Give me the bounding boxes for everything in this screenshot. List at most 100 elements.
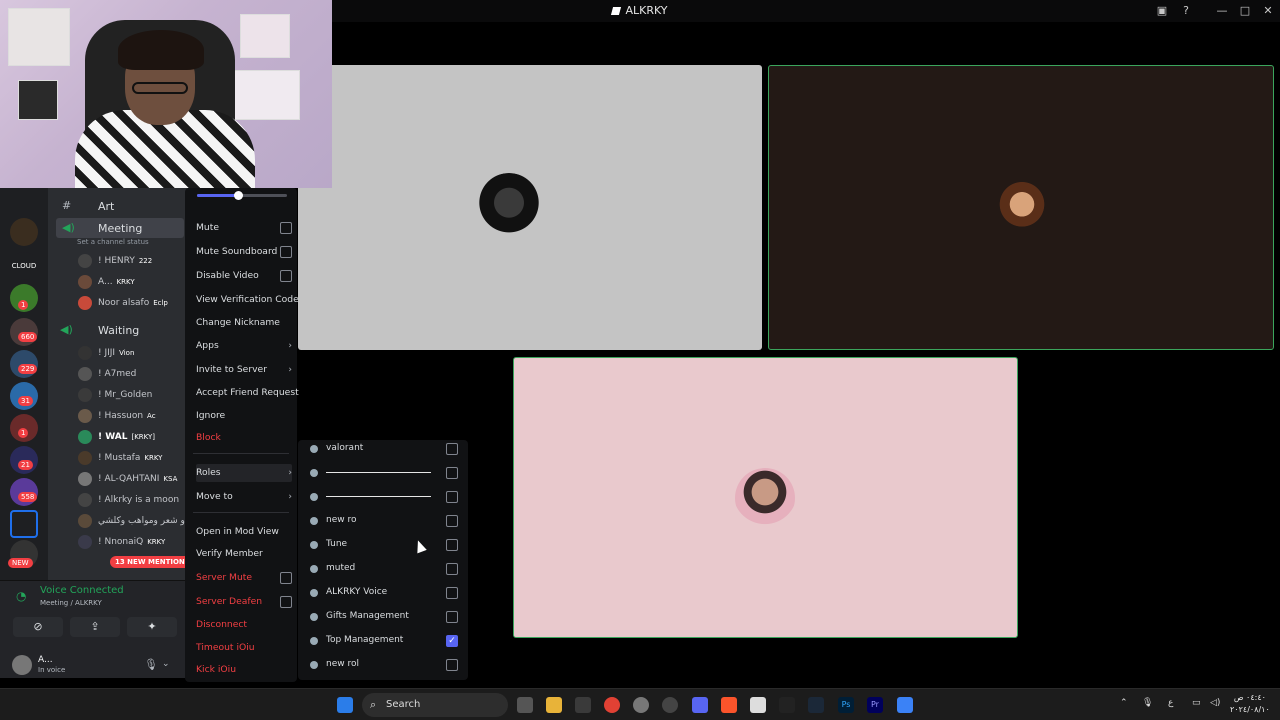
chrome-icon[interactable] [604, 697, 620, 713]
checkbox[interactable] [446, 587, 458, 599]
menu-mute-soundboard[interactable]: Mute Soundboard [196, 243, 292, 261]
voice-member[interactable]: ! Hassuon Ac [78, 407, 188, 427]
menu-server-mute[interactable]: Server Mute [196, 569, 292, 587]
role-item[interactable]: ALKRKY Voice [298, 581, 468, 605]
role-item[interactable]: muted [298, 557, 468, 581]
menu-accept-friend-request[interactable]: Accept Friend Request [196, 384, 299, 402]
video-tile-1[interactable] [298, 65, 762, 350]
checkbox[interactable] [280, 596, 292, 608]
checkbox[interactable] [446, 515, 458, 527]
chevron-up-icon[interactable]: ⌃ [1120, 698, 1128, 708]
video-tile-3[interactable] [513, 357, 1018, 638]
server-icon[interactable]: CLOUD [10, 252, 38, 280]
new-badge[interactable]: NEW [8, 558, 33, 568]
menu-change-nickname[interactable]: Change Nickname [196, 314, 292, 332]
voice-member[interactable]: ! JIJI Vion [78, 344, 188, 364]
microphone-icon[interactable]: 🎙 [1142, 698, 1153, 708]
brave-icon[interactable] [721, 697, 737, 713]
checkbox[interactable] [280, 222, 292, 234]
inbox-icon[interactable]: ▣ [1154, 3, 1170, 19]
maximize-icon[interactable]: □ [1237, 3, 1253, 19]
server-icon[interactable] [10, 510, 38, 538]
checkbox[interactable] [280, 246, 292, 258]
voice-member[interactable]: ! WAL [KRKY] [78, 428, 188, 448]
checkbox[interactable] [446, 563, 458, 575]
obs-icon[interactable] [633, 697, 649, 713]
voice-member[interactable]: A... KRKY [78, 273, 188, 293]
checkbox[interactable] [446, 491, 458, 503]
search-box[interactable]: ⌕ Search [362, 693, 508, 717]
close-icon[interactable]: ✕ [1260, 3, 1276, 19]
checkbox[interactable] [446, 443, 458, 455]
menu-apps[interactable]: Apps › [196, 337, 292, 355]
checkbox[interactable] [446, 539, 458, 551]
channel-status[interactable]: Set a channel status [77, 238, 149, 246]
video-tile-2[interactable] [768, 65, 1274, 350]
menu-view-verification-code[interactable]: View Verification Code [196, 291, 299, 309]
voice-member[interactable]: ! Mustafa KRKY [78, 449, 188, 469]
role-item[interactable]: Top Management ✓ [298, 629, 468, 653]
menu-kick[interactable]: Kick iOiu [196, 661, 292, 679]
menu-timeout[interactable]: Timeout iOiu [196, 639, 292, 657]
channel-waiting[interactable]: ◀) Waiting [48, 320, 188, 340]
start-icon[interactable] [337, 697, 353, 713]
role-item[interactable]: Gifts Management [298, 605, 468, 629]
voice-member[interactable]: ! Mr_Golden [78, 386, 188, 406]
channel-meeting[interactable]: ◀) Meeting [56, 218, 184, 238]
discord-icon[interactable] [692, 697, 708, 713]
voice-member[interactable]: ! Alkrky is a moon [78, 491, 188, 511]
store-icon[interactable] [575, 697, 591, 713]
menu-mute[interactable]: Mute [196, 219, 292, 237]
checkbox[interactable] [280, 270, 292, 282]
video-off-icon[interactable]: ⊘ [13, 617, 63, 637]
voice-member[interactable]: ! A7med [78, 365, 188, 385]
voice-member[interactable]: ! HENRY 222 [78, 252, 188, 272]
voice-member[interactable]: كتاب و شعر ومواهب وكلشي ! [78, 512, 188, 532]
new-mentions-badge[interactable]: 13 NEW MENTIONS [110, 556, 195, 568]
role-item[interactable]: new rol [298, 653, 468, 677]
role-item[interactable]: Tune [298, 533, 468, 557]
premiere-icon[interactable]: Pr [867, 697, 883, 713]
app-icon[interactable] [750, 697, 766, 713]
voice-location[interactable]: Meeting / ALKRKY [40, 599, 102, 607]
steam-launcher-icon[interactable] [662, 697, 678, 713]
role-item[interactable]: new ro [298, 509, 468, 533]
user-volume-slider[interactable] [197, 191, 287, 200]
menu-ignore[interactable]: Ignore [196, 407, 292, 425]
menu-roles[interactable]: Roles › [196, 464, 292, 482]
menu-invite-to-server[interactable]: Invite to Server › [196, 361, 292, 379]
checkbox[interactable] [446, 659, 458, 671]
role-item[interactable] [298, 485, 468, 509]
checked-checkbox-icon[interactable]: ✓ [446, 635, 458, 647]
checkbox[interactable] [446, 467, 458, 479]
capcut-icon[interactable] [779, 697, 795, 713]
voice-member[interactable]: Noor alsafo Eclp [78, 294, 188, 314]
photoshop-icon[interactable]: Ps [838, 697, 854, 713]
voice-member[interactable]: ! NnonaiQ KRKY [78, 533, 188, 553]
menu-block[interactable]: Block [196, 429, 292, 447]
minimize-icon[interactable]: — [1214, 3, 1230, 19]
checkbox[interactable] [446, 611, 458, 623]
activities-icon[interactable]: ✦ [127, 617, 177, 637]
network-icon[interactable]: ▭ [1192, 698, 1201, 708]
task-view-icon[interactable] [517, 697, 533, 713]
voice-member[interactable]: ! AL-QAHTANI KSA [78, 470, 188, 490]
steam-icon[interactable] [808, 697, 824, 713]
volume-knob[interactable] [233, 191, 243, 200]
microphone-icon[interactable]: 🎙 [144, 658, 158, 671]
signal-icon[interactable]: ◔ [16, 589, 26, 603]
app-icon[interactable] [897, 697, 913, 713]
help-icon[interactable]: ? [1178, 3, 1194, 19]
menu-disconnect[interactable]: Disconnect [196, 616, 292, 634]
voice-status[interactable]: Voice Connected [40, 585, 124, 596]
menu-move-to[interactable]: Move to › [196, 488, 292, 506]
avatar[interactable] [12, 655, 32, 675]
role-item[interactable] [298, 461, 468, 485]
screen-share-icon[interactable]: ⇪ [70, 617, 120, 637]
menu-disable-video[interactable]: Disable Video [196, 267, 292, 285]
volume-icon[interactable]: ◁) [1210, 698, 1220, 708]
menu-open-mod-view[interactable]: Open in Mod View [196, 523, 292, 541]
chevron-down-icon[interactable]: ⌄ [162, 659, 170, 669]
server-icon[interactable] [10, 218, 38, 246]
checkbox[interactable] [280, 572, 292, 584]
